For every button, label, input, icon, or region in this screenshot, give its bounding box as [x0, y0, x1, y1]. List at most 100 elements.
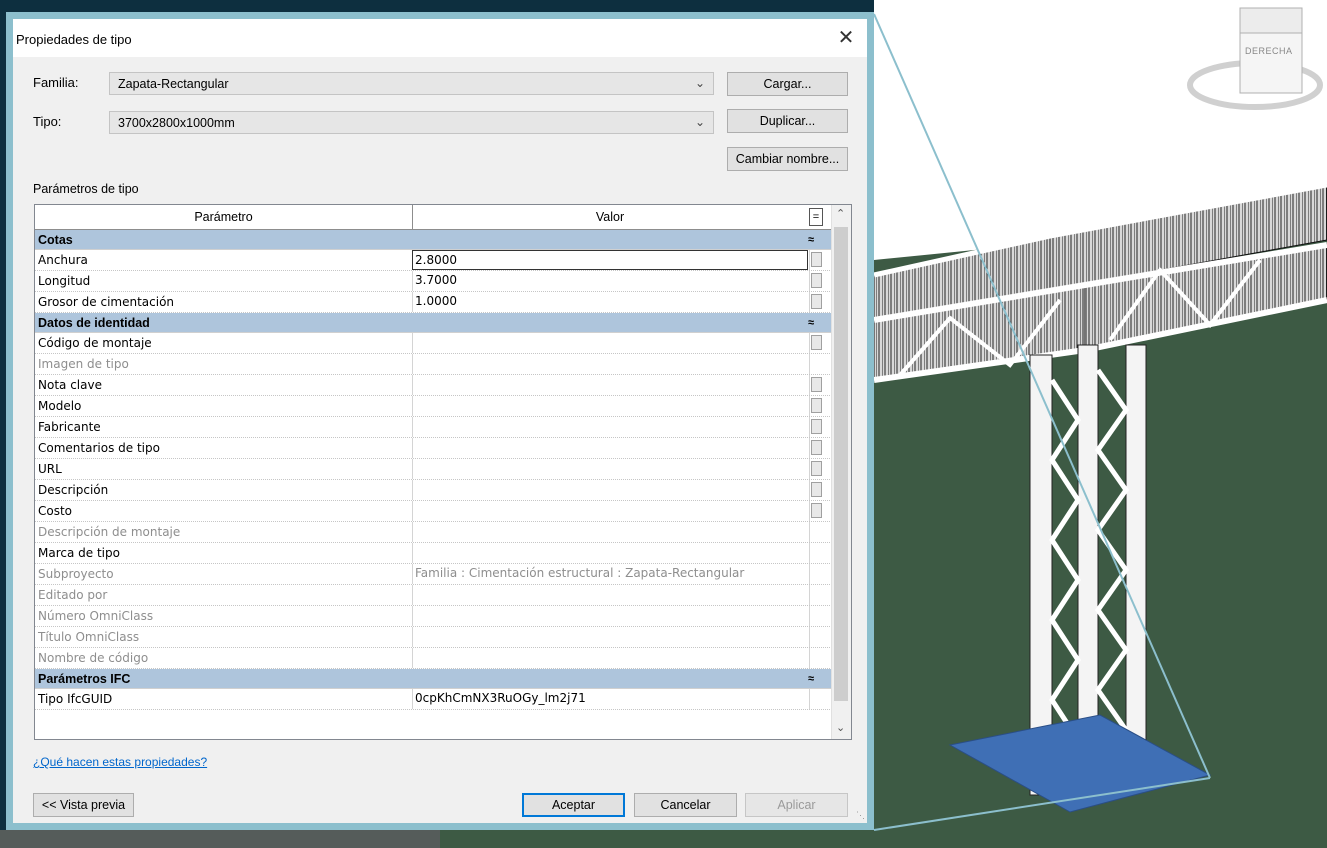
group-name: Parámetros IFC [38, 672, 131, 686]
title-bar[interactable]: Propiedades de tipo ✕ [13, 19, 867, 57]
scroll-thumb[interactable] [834, 227, 848, 701]
associate-parameter-button[interactable] [811, 440, 822, 455]
parameter-row[interactable]: Editado por [35, 585, 832, 606]
parameter-grid[interactable]: Parámetro Valor = Cotas ≈ Anchura 2.8000 Lon… [34, 204, 852, 740]
collapse-icon[interactable]: ≈ [808, 669, 814, 689]
parameter-value-field [412, 522, 808, 542]
vertical-scrollbar[interactable]: ⌃ ⌄ [831, 205, 851, 739]
parameter-row[interactable]: Longitud 3.7000 [35, 271, 832, 292]
type-label: Tipo: [33, 114, 62, 129]
header-parameter[interactable]: Parámetro [35, 205, 413, 229]
chevron-down-icon: ⌄ [694, 76, 705, 90]
parameter-name: Marca de tipo [38, 546, 120, 560]
parameter-name: Editado por [38, 588, 108, 602]
associate-parameter-button[interactable] [811, 503, 822, 518]
parameter-row[interactable]: Descripción de montaje [35, 522, 832, 543]
associate-parameter-button[interactable] [811, 419, 822, 434]
resize-grip-icon[interactable]: ⋱ [856, 810, 865, 821]
associate-parameter-button[interactable] [811, 461, 822, 476]
close-icon[interactable]: ✕ [831, 24, 861, 52]
parameter-name: Tipo IfcGUID [38, 692, 113, 706]
associate-parameter-button[interactable] [811, 398, 822, 413]
parameter-name: Grosor de cimentación [38, 295, 175, 309]
parameter-row[interactable]: Fabricante [35, 417, 832, 438]
collapse-icon[interactable]: ≈ [808, 313, 814, 333]
parameter-value-field[interactable] [412, 396, 808, 416]
formula-toggle-icon[interactable]: = [809, 208, 823, 226]
preview-button[interactable]: << Vista previa [33, 793, 134, 817]
group-header[interactable]: Parámetros IFC ≈ [35, 669, 832, 689]
family-dropdown[interactable]: Zapata-Rectangular ⌄ [109, 72, 714, 95]
associate-parameter-button[interactable] [811, 377, 822, 392]
group-header[interactable]: Datos de identidad ≈ [35, 313, 832, 333]
parameter-value-field[interactable] [412, 438, 808, 458]
scroll-down-icon[interactable]: ⌄ [836, 721, 845, 734]
parameter-name: Descripción [38, 483, 109, 497]
parameter-row[interactable]: Descripción [35, 480, 832, 501]
type-dropdown[interactable]: 3700x2800x1000mm ⌄ [109, 111, 714, 134]
associate-parameter-button[interactable] [811, 294, 822, 309]
viewcube-face-label[interactable]: DERECHA [1245, 46, 1293, 56]
header-value[interactable]: Valor [413, 205, 807, 229]
parameter-value-field: Familia : Cimentación estructural : Zapa… [412, 564, 808, 584]
parameter-name: Número OmniClass [38, 609, 154, 623]
help-link[interactable]: ¿Qué hacen estas propiedades? [33, 755, 207, 769]
parameter-name: Costo [38, 504, 73, 518]
parameter-row[interactable]: Subproyecto Familia : Cimentación estruct… [35, 564, 832, 585]
parameter-row[interactable]: Marca de tipo [35, 543, 832, 564]
load-button[interactable]: Cargar... [727, 72, 848, 96]
duplicate-button[interactable]: Duplicar... [727, 109, 848, 133]
associate-parameter-button[interactable] [811, 252, 822, 267]
scroll-up-icon[interactable]: ⌃ [836, 207, 845, 220]
parameter-value-field[interactable] [412, 333, 808, 353]
parameter-row[interactable]: Tipo IfcGUID 0cpKhCmNX3RuOGy_lm2j71 [35, 689, 832, 710]
parameter-value-field[interactable] [412, 480, 808, 500]
associate-parameter-button[interactable] [811, 335, 822, 350]
parameter-value-field[interactable]: 2.8000 [412, 250, 808, 270]
parameter-row[interactable]: Grosor de cimentación 1.0000 [35, 292, 832, 313]
column-divider [809, 501, 810, 521]
parameter-value-field[interactable]: 0cpKhCmNX3RuOGy_lm2j71 [412, 689, 808, 709]
associate-parameter-button[interactable] [811, 482, 822, 497]
parameter-name: Modelo [38, 399, 82, 413]
parameter-value-field[interactable] [412, 543, 808, 563]
parameter-value-field [412, 648, 808, 668]
parameter-row[interactable]: Comentarios de tipo [35, 438, 832, 459]
parameter-row[interactable]: URL [35, 459, 832, 480]
column-divider [809, 606, 810, 626]
column-divider [809, 480, 810, 500]
parameter-value-field[interactable] [412, 501, 808, 521]
parameter-value-field[interactable]: 1.0000 [412, 292, 808, 312]
parameter-value-field [412, 354, 808, 374]
column-divider [809, 543, 810, 563]
parameter-value-field[interactable]: 3.7000 [412, 271, 808, 291]
family-value: Zapata-Rectangular [118, 77, 229, 91]
parameter-row[interactable]: Nombre de código [35, 648, 832, 669]
column-divider [809, 271, 810, 291]
rename-button[interactable]: Cambiar nombre... [727, 147, 848, 171]
parameter-name: Subproyecto [38, 567, 114, 581]
parameter-row[interactable]: Nota clave [35, 375, 832, 396]
parameter-row[interactable]: Modelo [35, 396, 832, 417]
parameter-name: Imagen de tipo [38, 357, 129, 371]
parameter-value-field[interactable] [412, 417, 808, 437]
column-divider [809, 459, 810, 479]
apply-button[interactable]: Aplicar [745, 793, 848, 817]
parameter-row[interactable]: Código de montaje [35, 333, 832, 354]
parameter-value-field [412, 606, 808, 626]
cancel-button[interactable]: Cancelar [634, 793, 737, 817]
parameter-row[interactable]: Título OmniClass [35, 627, 832, 648]
parameter-row[interactable]: Imagen de tipo [35, 354, 832, 375]
parameter-value-field[interactable] [412, 459, 808, 479]
associate-parameter-button[interactable] [811, 273, 822, 288]
parameter-row[interactable]: Anchura 2.8000 [35, 250, 832, 271]
parameter-row[interactable]: Costo [35, 501, 832, 522]
parameter-value-field[interactable] [412, 375, 808, 395]
parameter-row[interactable]: Número OmniClass [35, 606, 832, 627]
group-header[interactable]: Cotas ≈ [35, 230, 832, 250]
parameter-value-field [412, 627, 808, 647]
parameter-value-field [412, 585, 808, 605]
collapse-icon[interactable]: ≈ [808, 230, 814, 250]
ok-button[interactable]: Aceptar [522, 793, 625, 817]
parameter-name: Descripción de montaje [38, 525, 181, 539]
